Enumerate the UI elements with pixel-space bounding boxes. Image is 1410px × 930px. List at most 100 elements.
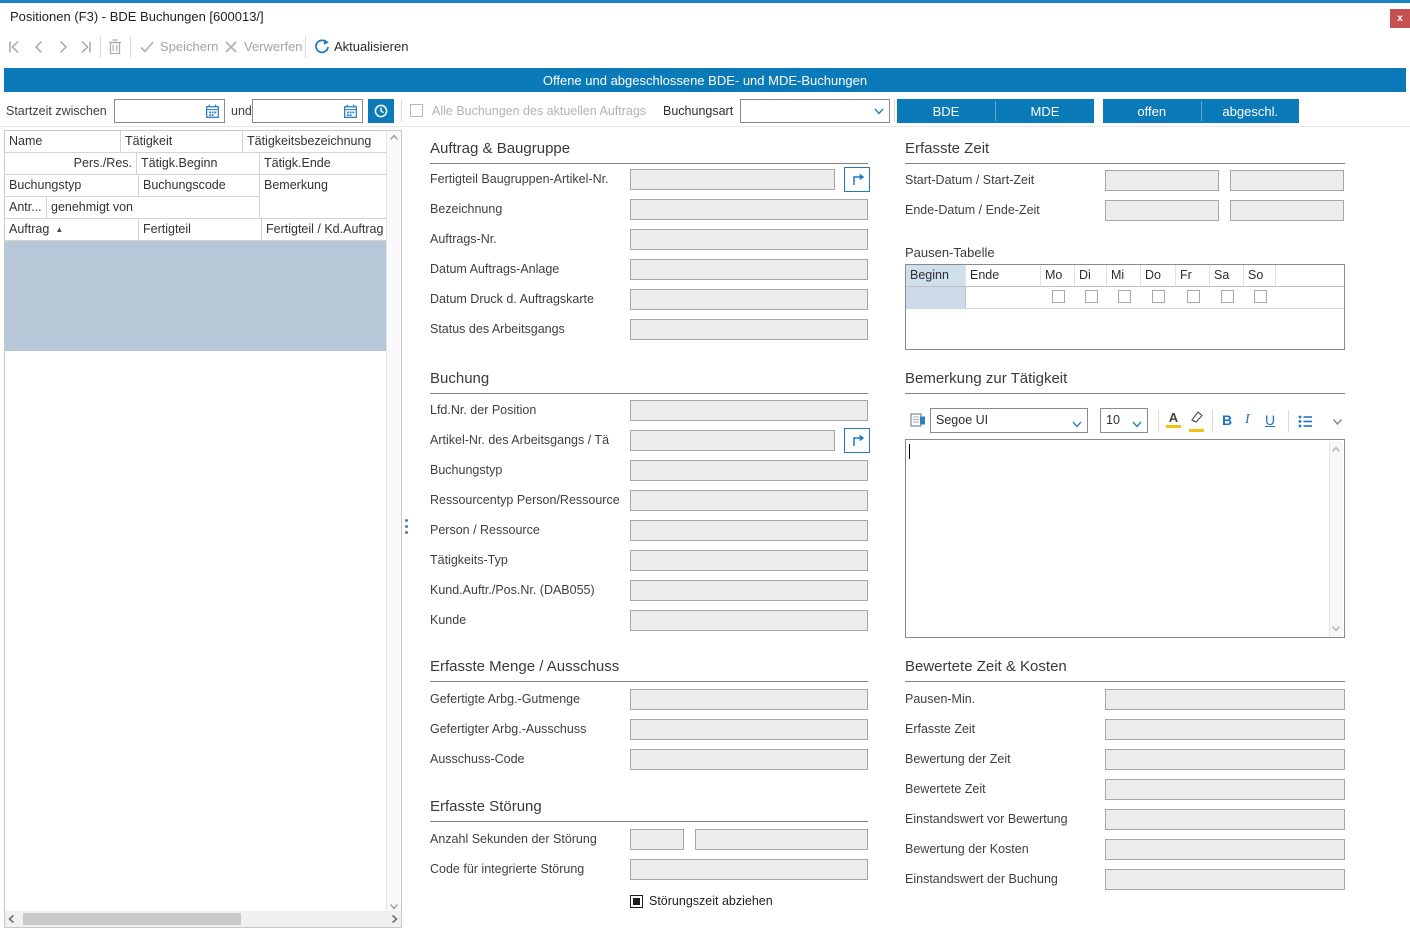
column-header[interactable]: Sa [1210,265,1244,286]
beginn-cell[interactable] [906,287,966,308]
ressourcentyp-input[interactable] [630,490,868,511]
close-button[interactable]: x [1390,9,1410,28]
textarea-scrollbar[interactable] [1329,441,1343,637]
save-button[interactable]: Speichern [160,39,219,54]
closed-button[interactable]: abgeschl. [1202,99,1300,123]
start-date-input[interactable] [114,99,225,123]
erfasste-zeit-input[interactable] [1105,719,1345,740]
selected-empty-row[interactable] [5,241,387,351]
refresh-icon[interactable] [313,38,331,56]
start-zeit-input[interactable] [1230,170,1344,191]
mi-checkbox-cell[interactable] [1107,287,1141,308]
do-checkbox[interactable] [1152,290,1165,303]
pause-table-header[interactable]: Beginn Ende Mo Di Mi Do Fr Sa So [906,265,1344,287]
auftrags-nr-input[interactable] [630,229,868,250]
column-header[interactable]: Mo [1041,265,1075,286]
bde-mde-toggle[interactable]: BDE MDE [897,99,1094,123]
font-size-select[interactable]: 10 [1100,408,1148,433]
scroll-left-icon[interactable] [5,912,19,926]
splitter-handle[interactable] [405,519,408,534]
calendar-icon[interactable] [204,103,221,125]
mo-checkbox-cell[interactable] [1041,287,1075,308]
bde-button[interactable]: BDE [897,99,995,123]
ende-datum-input[interactable] [1105,200,1219,221]
column-header[interactable]: Tätigk.Ende [260,153,387,175]
mo-checkbox[interactable] [1052,290,1065,303]
grid-header-row[interactable]: Auftrag▲ Fertigteil Fertigteil / Kd.Auft… [5,219,387,241]
taetigkeits-typ-input[interactable] [630,550,868,571]
column-header[interactable]: Tätigkeitsbezeichnung [243,131,387,153]
scroll-up-icon[interactable] [1329,443,1343,457]
save-icon[interactable] [138,38,156,56]
mde-button[interactable]: MDE [996,99,1094,123]
mi-checkbox[interactable] [1118,290,1131,303]
grid-header-row[interactable]: Buchungstyp Buchungscode Bemerkung [5,175,387,197]
calendar-icon[interactable] [342,103,359,125]
discard-icon[interactable] [222,38,240,56]
column-header[interactable]: Do [1141,265,1176,286]
column-header[interactable]: Buchungscode [139,175,260,197]
datum-druck-input[interactable] [630,289,868,310]
sa-checkbox[interactable] [1221,290,1234,303]
start-datum-input[interactable] [1105,170,1219,191]
column-header[interactable]: Name [5,131,121,153]
einstandswert-buchung-input[interactable] [1105,869,1345,890]
pausen-min-input[interactable] [1105,689,1345,710]
column-header[interactable]: Bemerkung [260,175,387,197]
time-filter-button[interactable] [368,99,394,123]
so-checkbox-cell[interactable] [1244,287,1276,308]
underline-button[interactable]: U [1265,411,1275,429]
kundauftr-posnr-input[interactable] [630,580,868,601]
pause-table[interactable]: Beginn Ende Mo Di Mi Do Fr Sa So [905,264,1345,350]
note-textarea[interactable] [905,439,1345,638]
grid-header-row[interactable]: Antr... genehmigt von [5,197,387,219]
refresh-button[interactable]: Aktualisieren [334,39,408,54]
di-checkbox-cell[interactable] [1075,287,1107,308]
column-header[interactable]: So [1244,265,1276,286]
bullet-list-button[interactable] [1296,412,1314,430]
column-header[interactable]: genehmigt von [47,197,260,219]
column-header[interactable]: Mi [1107,265,1141,286]
ausschuss-input[interactable] [630,719,868,740]
goto-arbeitsgang-button[interactable] [844,428,870,453]
bold-button[interactable]: B [1222,411,1232,429]
fr-checkbox-cell[interactable] [1176,287,1210,308]
column-header[interactable]: Tätigk.Beginn [137,153,260,175]
all-bookings-checkbox[interactable] [410,104,423,117]
booking-type-select[interactable] [740,99,890,123]
italic-button[interactable]: I [1245,411,1250,429]
stoerungszeit-checkbox[interactable] [630,895,643,908]
column-header[interactable]: Beginn [906,265,966,286]
delete-icon[interactable] [106,38,124,56]
column-header[interactable]: Antr... [5,197,47,219]
column-header[interactable]: Di [1075,265,1107,286]
pause-table-row[interactable] [906,287,1344,309]
datum-anlage-input[interactable] [630,259,868,280]
buchungstyp-input[interactable] [630,460,868,481]
end-date-input[interactable] [252,99,363,123]
so-checkbox[interactable] [1254,290,1267,303]
ausschuss-code-input[interactable] [630,749,868,770]
status-arbeitsgang-input[interactable] [630,319,868,340]
ende-zeit-input[interactable] [1230,200,1344,221]
column-header[interactable]: Pers./Res. [5,153,137,175]
column-header[interactable]: Fertigteil / Kd.Auftrag [262,219,387,241]
column-header[interactable]: Buchungstyp [5,175,139,197]
bewertete-zeit-input[interactable] [1105,779,1345,800]
discard-button[interactable]: Verwerfen [244,39,303,54]
stoerung-sekunden-detail-input[interactable] [695,829,868,850]
highlight-color-button[interactable] [1189,409,1206,432]
stoerung-code-input[interactable] [630,859,868,880]
next-record-button[interactable] [54,38,72,56]
stoerung-sekunden-input[interactable] [630,829,684,850]
more-options-button[interactable] [1330,414,1344,428]
lfdnr-input[interactable] [630,400,868,421]
column-header-sorted[interactable]: Auftrag▲ [5,219,139,241]
text-module-icon[interactable] [908,410,928,430]
vertical-scrollbar[interactable] [386,131,401,913]
column-header[interactable]: Tätigkeit [121,131,243,153]
last-record-button[interactable] [76,38,94,56]
previous-record-button[interactable] [30,38,48,56]
di-checkbox[interactable] [1085,290,1098,303]
do-checkbox-cell[interactable] [1141,287,1176,308]
